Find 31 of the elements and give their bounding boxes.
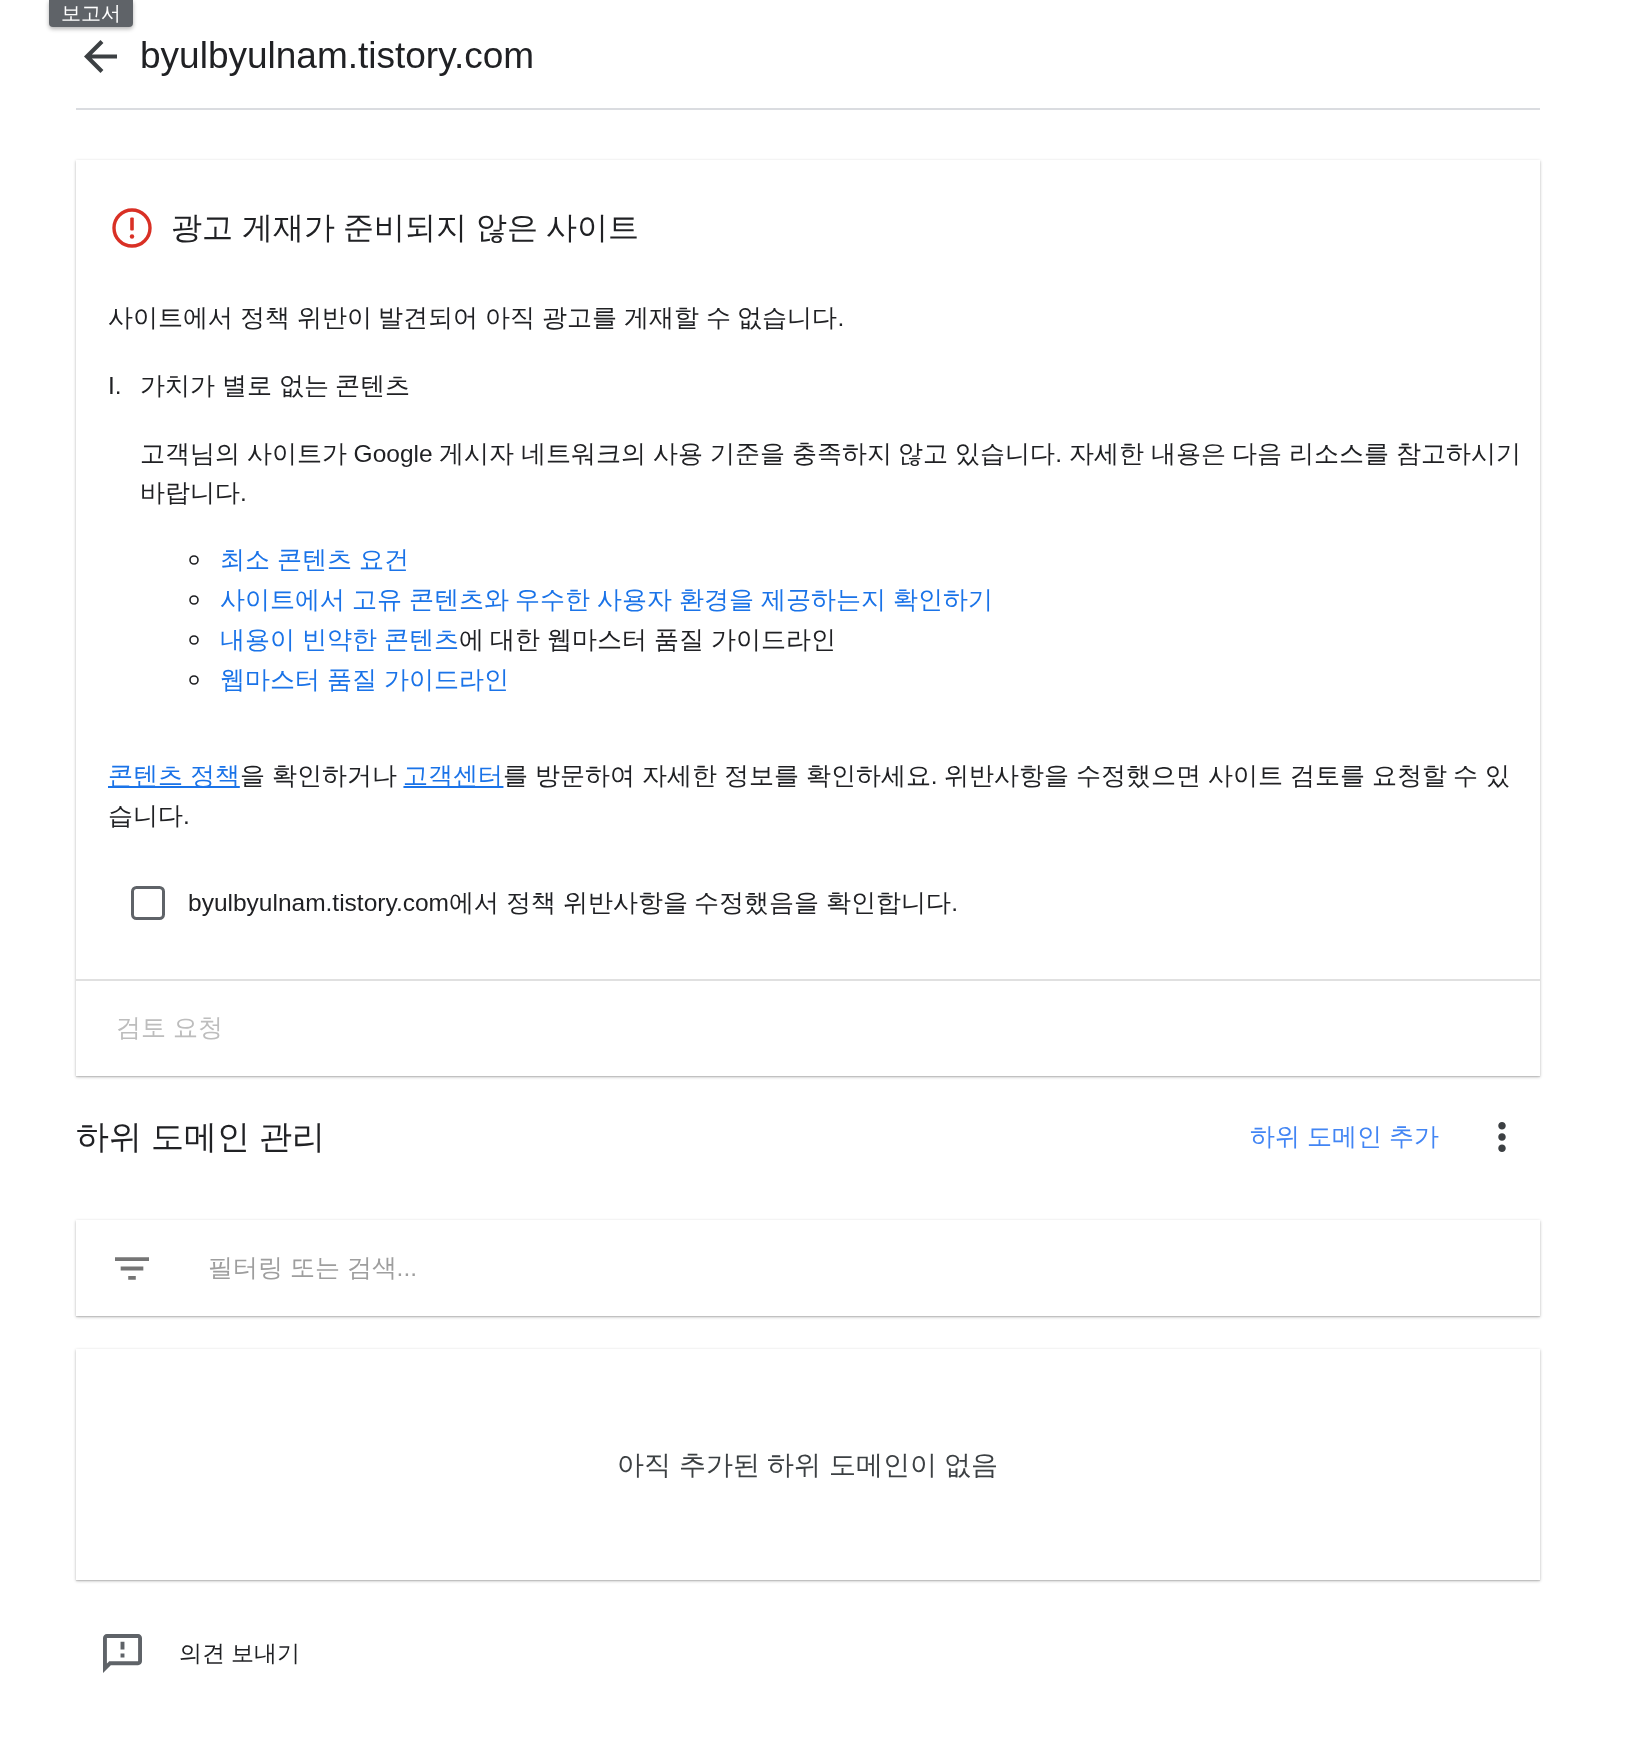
checkbox[interactable]	[131, 886, 165, 920]
more-options-icon[interactable]	[1498, 1122, 1506, 1152]
filter-icon[interactable]	[115, 1256, 149, 1280]
feedback-icon	[103, 1633, 142, 1673]
section-title: 하위 도메인 관리	[76, 1117, 326, 1157]
text-link[interactable]: 고객센터	[403, 762, 504, 789]
tooltip: 보고서	[49, 0, 133, 27]
bullet-icon	[189, 555, 199, 565]
summary-text: 사이트에서 정책 위반이 발견되어 아직 광고를 게재할 수 없습니다.	[108, 303, 846, 333]
bullet-icon	[189, 675, 199, 685]
error-icon	[112, 208, 152, 248]
site-title: byulbyulnam.tistory.com	[140, 34, 535, 78]
resource-link[interactable]: 웹마스터 품질 가이드라인	[220, 660, 509, 700]
back-arrow-icon[interactable]	[84, 39, 117, 73]
bullet-icon	[189, 635, 199, 645]
help-text: 콘텐츠 정책 을 확인하거나 고객센터 를 방문하여 자세한 정보를 확인하세요. 위반사항을 수정했으면 사이트 검토를 요청할 수 있습니다.	[108, 761, 1512, 831]
resource-link[interactable]: 최소 콘텐츠 요건	[220, 540, 409, 580]
resource-link[interactable]: 내용이 빈약한 콘텐츠	[220, 626, 459, 653]
resource-item: 내용이 빈약한 콘텐츠에 대한 웹마스터 품질 가이드라인	[220, 625, 836, 655]
send-feedback-button[interactable]: 의견 보내기	[103, 1628, 301, 1678]
add-subdomain-button[interactable]: 하위 도메인 추가	[1250, 1117, 1439, 1157]
issue-title: 가치가 별로 없는 콘텐츠	[140, 371, 411, 401]
checkbox-label: byulbyulnam.tistory.com에서 정책 위반사항을 수정했음을 확인합니다.	[188, 888, 958, 918]
text-link[interactable]: 콘텐츠 정책	[108, 762, 240, 789]
search-field[interactable]: 필터링 또는 검색...	[208, 1243, 1516, 1293]
resource-link[interactable]: 사이트에서 고유 콘텐츠와 우수한 사용자 환경을 제공하는지 확인하기	[220, 580, 993, 620]
card-title: 광고 게재가 준비되지 않은 사이트	[171, 209, 640, 247]
issue-description: 고객님의 사이트가 Google 게시자 네트워크의 사용 기준을 충족하지 않고 있습니다. 자세한 내용은 다음 리소스를 참고하시기 바랍니다.	[140, 439, 1523, 508]
empty-message: 아직 추가된 하위 도메인이 없음	[617, 1448, 999, 1482]
issue-number: I.	[108, 371, 123, 401]
bullet-icon	[189, 595, 199, 605]
